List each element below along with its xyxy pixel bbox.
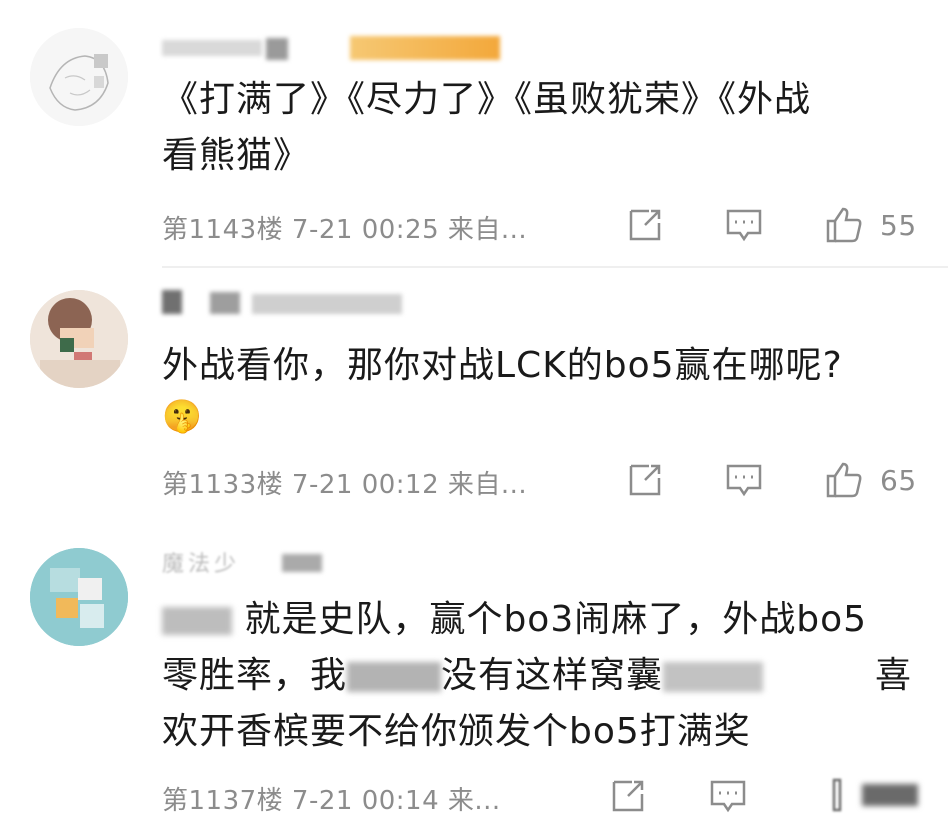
comment-meta: 第1137楼 7-21 00:14 来... <box>162 776 922 816</box>
comment-text-segment: 零胜率，我 <box>162 655 348 696</box>
floor-info: 第1137楼 7-21 00:14 来... <box>162 786 501 816</box>
comment-text: 《打满了》《尽力了》《虽败犹荣》《外战 看熊猫》 <box>162 72 922 184</box>
share-icon[interactable] <box>625 205 665 245</box>
comment-meta: 第1143楼 7-21 00:25 来自... 55 <box>162 205 922 245</box>
avatar[interactable] <box>30 548 128 646</box>
redacted-text <box>347 662 442 692</box>
floor-info: 第1143楼 7-21 00:25 来自... <box>162 215 528 245</box>
comment-text: 就是史队，赢个bo3闹麻了，外战bo5 零胜率，我 没有这样窝囊 喜 欢开香槟要不… <box>162 592 922 760</box>
avatar-sketch-image <box>30 28 128 126</box>
username-text: 魔法少 <box>162 552 241 577</box>
comment-meta: 第1133楼 7-21 00:12 来自... 65 <box>162 460 922 500</box>
username-redacted[interactable] <box>162 34 500 64</box>
share-icon[interactable] <box>625 460 665 500</box>
avatar[interactable] <box>30 290 128 388</box>
username[interactable]: 魔法少 <box>162 546 362 577</box>
redacted-like-count <box>862 784 918 806</box>
thumbs-up-icon[interactable] <box>824 205 864 245</box>
comment-text-segment: 没有这样窝囊 <box>441 655 664 696</box>
comment-icon[interactable] <box>724 205 764 245</box>
comment-text-line: 《打满了》《尽力了》《虽败犹荣》《外战 <box>162 79 812 120</box>
like-count: 55 <box>880 209 917 242</box>
comment-text: 外战看你，那你对战LCK的bo5赢在哪呢? 🤫 <box>162 338 922 438</box>
comment-text-line: 看熊猫》 <box>162 135 311 176</box>
avatar[interactable] <box>30 28 128 126</box>
thumbs-up-icon[interactable] <box>824 460 864 500</box>
comment-text-segment: 喜 <box>874 655 912 696</box>
divider <box>162 266 948 268</box>
thumbs-up-icon[interactable] <box>818 776 858 816</box>
username-redacted[interactable] <box>162 288 422 318</box>
avatar-pixelated-image <box>30 548 128 646</box>
redacted-text <box>663 662 764 692</box>
share-icon[interactable] <box>608 776 648 816</box>
comment-text-line: 零胜率，我 没有这样窝囊 喜 <box>162 648 922 704</box>
comment-icon[interactable] <box>708 776 748 816</box>
redacted-text <box>162 607 232 635</box>
comment-icon[interactable] <box>724 460 764 500</box>
comment-text-segment: 就是史队，赢个bo3闹麻了，外战bo5 <box>244 599 868 640</box>
comment-text-line: 外战看你，那你对战LCK的bo5赢在哪呢? <box>162 345 843 386</box>
avatar-photo-image <box>30 290 128 388</box>
like-count: 65 <box>880 464 917 497</box>
floor-info: 第1133楼 7-21 00:12 来自... <box>162 470 528 500</box>
emoji-shush: 🤫 <box>162 397 203 435</box>
comment-text-line: 欢开香槟要不给你颁发个bo5打满奖 <box>162 711 751 752</box>
comment-text-line: 就是史队，赢个bo3闹麻了，外战bo5 <box>162 592 922 648</box>
